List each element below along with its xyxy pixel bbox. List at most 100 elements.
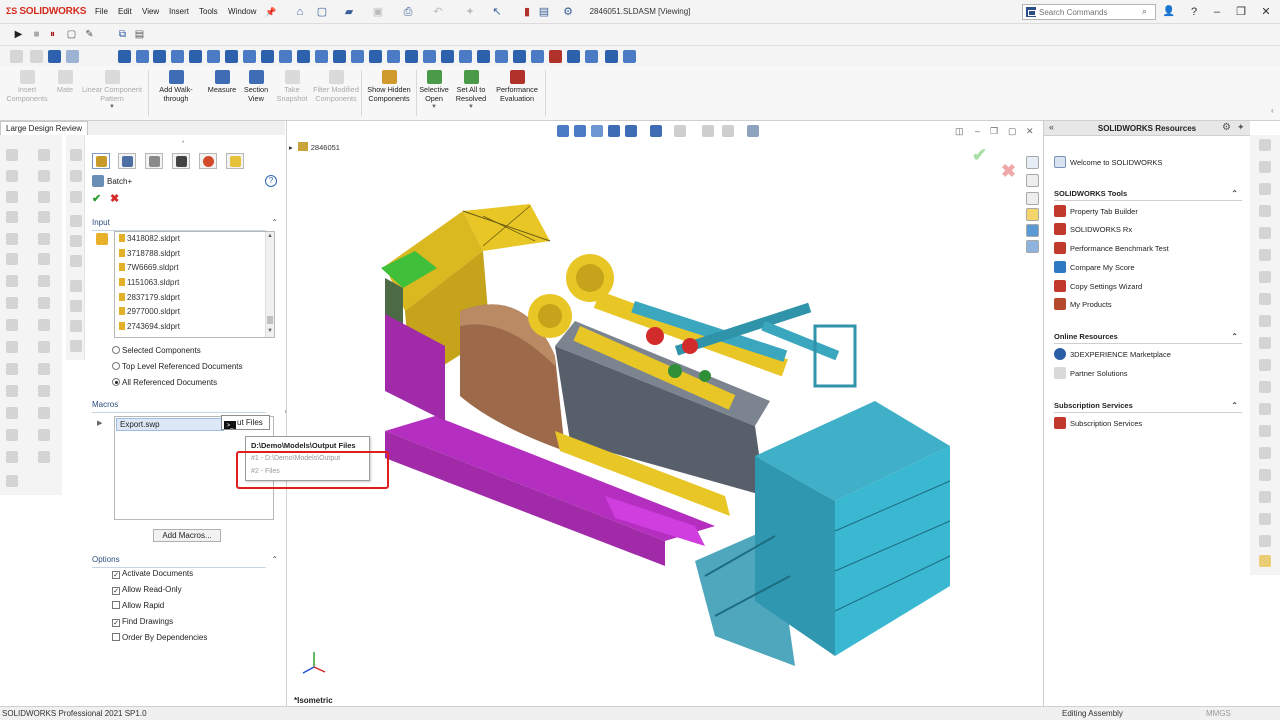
checkbox-allow-rapid[interactable]: Allow Rapid <box>112 601 164 610</box>
strip-tool-icon[interactable] <box>1259 337 1271 349</box>
strip-tool-icon[interactable] <box>70 300 82 312</box>
status-units[interactable]: MMGS <box>1206 709 1231 718</box>
macro-row[interactable]: Export.swp <box>116 418 224 431</box>
chamfer-tool-icon[interactable] <box>38 297 50 309</box>
confirmation-ok-icon[interactable]: ✔ <box>972 145 987 166</box>
strip-tool-icon[interactable] <box>1259 293 1271 305</box>
link-3dexperience-marketplace[interactable]: 3DEXPERIENCE Marketplace <box>1054 348 1171 360</box>
strip-tool-icon[interactable] <box>1259 183 1271 195</box>
radio-all-referenced[interactable]: All Referenced Documents <box>112 378 217 387</box>
play-macro-icon[interactable]: ▶ <box>12 28 25 41</box>
arc-tool-icon[interactable] <box>6 191 18 203</box>
filter-mesh-icon[interactable] <box>531 50 544 63</box>
filter-cosmetic-thread-icon[interactable] <box>495 50 508 63</box>
restore-button[interactable]: ❐ <box>1232 4 1250 20</box>
wrap-tool-icon[interactable] <box>38 341 50 353</box>
strip-tool-icon[interactable] <box>70 191 82 203</box>
filter-dimension-icon[interactable] <box>279 50 292 63</box>
scroll-down-icon[interactable]: ▼ <box>267 328 273 334</box>
filter-solid-icon[interactable] <box>189 50 202 63</box>
strip-tool-icon[interactable] <box>1259 315 1271 327</box>
save-icon[interactable]: ▣ <box>371 5 385 19</box>
strip-tool-icon[interactable] <box>1259 535 1271 547</box>
section-online-resources[interactable]: Online Resources ⌃ <box>1054 332 1242 344</box>
plane-tool-icon[interactable] <box>6 385 18 397</box>
filter-toolbar-icon[interactable] <box>10 50 23 63</box>
add-walk-through-button[interactable]: Add Walk-through <box>150 70 202 103</box>
filter-gtol-icon[interactable] <box>315 50 328 63</box>
menu-window[interactable]: Window <box>228 7 256 16</box>
filter-modified-components-button[interactable]: Filter Modified Components <box>312 70 360 103</box>
edit-macro-icon[interactable]: ✎ <box>83 28 96 41</box>
dropdown-caret-icon[interactable]: ▼ <box>452 103 490 112</box>
strip-tool-icon[interactable] <box>1259 271 1271 283</box>
line-tool-icon[interactable] <box>38 149 50 161</box>
mate-button[interactable]: Mate <box>52 70 78 95</box>
link-copy-settings-wizard[interactable]: Copy Settings Wizard <box>1054 280 1142 292</box>
set-all-to-resolved-button[interactable]: Set All to Resolved ▼ <box>452 70 490 112</box>
filter-weld-icon[interactable] <box>351 50 364 63</box>
strip-tool-icon[interactable] <box>1259 513 1271 525</box>
scroll-thumb[interactable] <box>267 316 273 324</box>
filter-3d-icon[interactable] <box>585 50 598 63</box>
link-partner-solutions[interactable]: Partner Solutions <box>1054 367 1128 379</box>
collapse-icon[interactable]: ⌃ <box>1231 401 1238 410</box>
helix-tool-icon[interactable] <box>38 407 50 419</box>
filter-axis-icon[interactable] <box>207 50 220 63</box>
sheetmetal-tool-icon[interactable] <box>38 451 50 463</box>
tab-feature-manager[interactable] <box>92 153 110 169</box>
appearances-icon[interactable] <box>1026 224 1039 237</box>
strip-tool-icon[interactable] <box>70 215 82 227</box>
ribbon-collapse-icon[interactable]: ‹ <box>1271 106 1274 115</box>
display-style-icon[interactable] <box>674 125 686 137</box>
gear-icon[interactable]: ⚙ <box>1222 122 1231 133</box>
input-section-header[interactable]: Input ⌃ <box>92 218 280 231</box>
show-hidden-components-button[interactable]: Show Hidden Components <box>364 70 414 103</box>
strip-tool-icon[interactable] <box>70 235 82 247</box>
shell-tool-icon[interactable] <box>6 319 18 331</box>
draft-tool-icon[interactable] <box>6 341 18 353</box>
confirmation-cancel-icon[interactable]: ✖ <box>1001 161 1016 182</box>
filter-surface-icon[interactable] <box>171 50 184 63</box>
filter-plane-icon[interactable] <box>225 50 238 63</box>
measure-button[interactable]: Measure <box>205 70 239 95</box>
traffic-light-icon[interactable]: ▮ <box>520 5 534 19</box>
section-solidworks-tools[interactable]: SOLIDWORKS Tools ⌃ <box>1054 189 1242 201</box>
feature-tree-flyout[interactable]: ▸ 2846051 <box>289 142 340 152</box>
filter-route-icon[interactable] <box>549 50 562 63</box>
viewport-close-icon[interactable]: ✕ <box>1026 126 1034 137</box>
link-my-products[interactable]: My Products <box>1054 298 1112 310</box>
filter-block-icon[interactable] <box>459 50 472 63</box>
rebuild-icon[interactable]: ✦ <box>463 5 477 19</box>
new-document-icon[interactable]: ▢ <box>315 5 329 19</box>
dropdown-caret-icon[interactable]: ▼ <box>418 103 450 112</box>
tab-large-design-review[interactable]: Large Design Review <box>0 121 89 135</box>
list-item[interactable]: 3418082.sldprt <box>119 234 180 243</box>
graphics-viewport[interactable]: ◫ – ❐ ▢ ✕ ▸ 2846051 ✔ ✖ *Isometric <box>286 121 1042 712</box>
hole-tool-icon[interactable] <box>6 363 18 375</box>
dome-tool-icon[interactable] <box>38 363 50 375</box>
file-list-scrollbar[interactable]: ▲ ▼ <box>265 232 274 337</box>
tab-property-manager[interactable] <box>118 153 136 169</box>
user-icon[interactable]: 👤 <box>1160 4 1178 20</box>
filter-clear-icon[interactable] <box>30 50 43 63</box>
assembly-model-graphic[interactable] <box>375 196 975 666</box>
pin-icon[interactable]: ✦ <box>1237 122 1245 133</box>
strip-tool-icon[interactable] <box>1259 161 1271 173</box>
fillet-tool-icon[interactable] <box>6 297 18 309</box>
list-item[interactable]: 2743694.sldprt <box>119 322 180 331</box>
strip-tool-icon[interactable] <box>1259 491 1271 503</box>
dimension-tool-icon[interactable] <box>6 253 18 265</box>
menu-insert[interactable]: Insert <box>169 7 189 16</box>
list-item[interactable]: 1151063.sldprt <box>119 278 179 287</box>
pin-icon[interactable]: 📌 <box>264 5 278 19</box>
zoom-to-fit-icon[interactable] <box>557 125 569 137</box>
filter-datum-icon[interactable] <box>333 50 346 63</box>
search-icon[interactable]: ⌕ <box>1142 6 1147 17</box>
strip-tool-icon[interactable] <box>1259 555 1271 567</box>
dynamic-annotation-icon[interactable] <box>625 125 637 137</box>
strip-tool-icon[interactable] <box>70 255 82 267</box>
search-input[interactable] <box>1039 6 1137 18</box>
weldment-tool-icon[interactable] <box>6 451 18 463</box>
previous-view-icon[interactable] <box>591 125 603 137</box>
